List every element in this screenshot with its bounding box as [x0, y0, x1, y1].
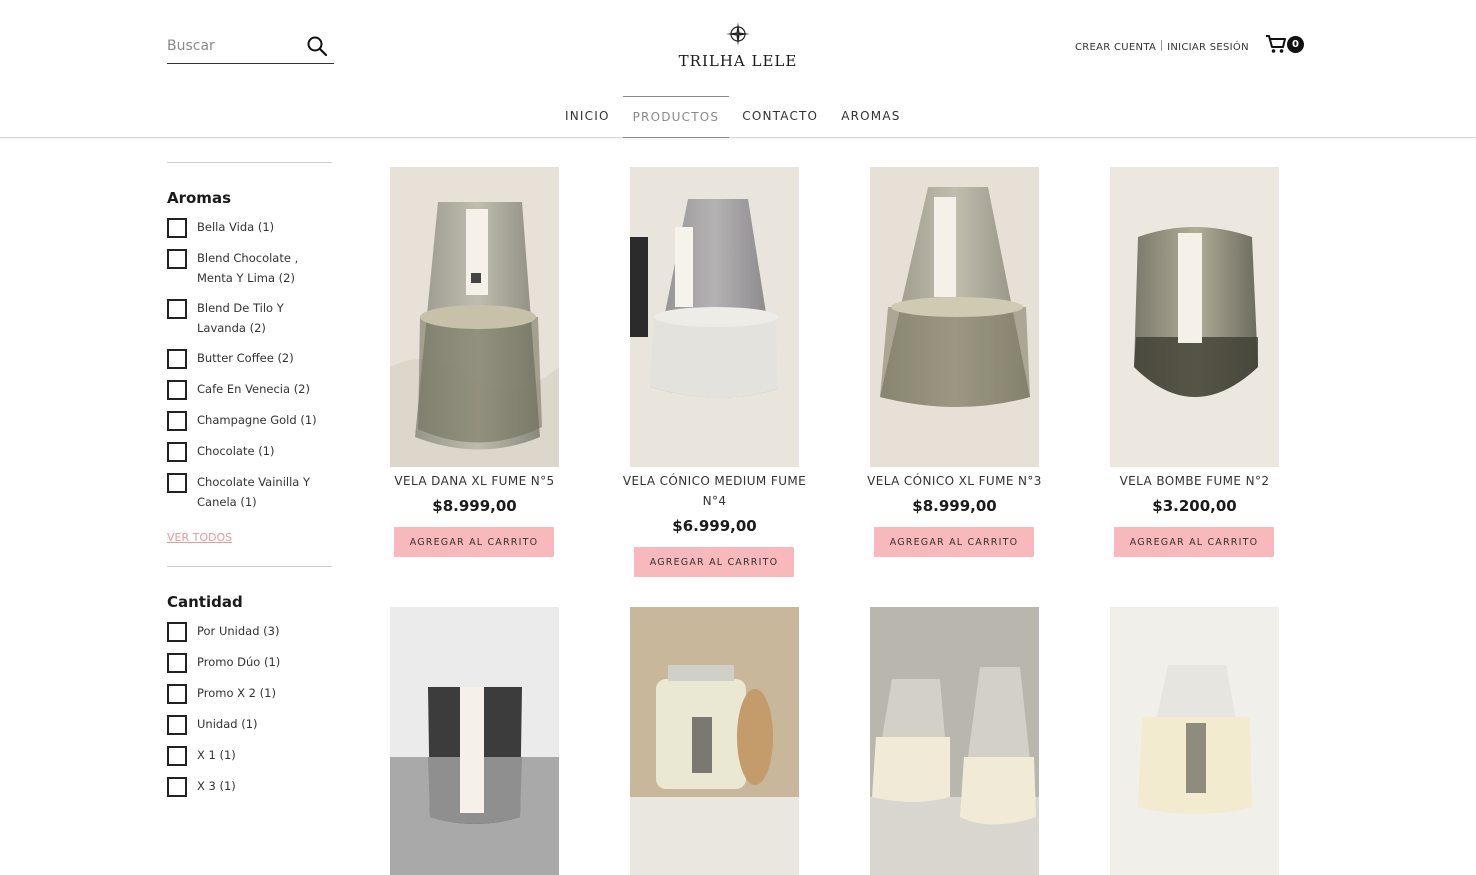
- filter-checkbox[interactable]: [167, 622, 187, 642]
- site-header: TRILHA LELE CREAR CUENTA INICIAR SESIÓN 0…: [0, 0, 1476, 138]
- filter-option-label: Champagne Gold (1): [197, 413, 317, 427]
- filter-option[interactable]: Butter Coffee (2): [167, 349, 332, 369]
- filter-title-cantidad: Cantidad: [167, 593, 243, 611]
- product-price: $8.999,00: [912, 497, 997, 515]
- add-to-cart-button[interactable]: AGREGAR AL CARRITO: [874, 527, 1034, 557]
- filter-option-label: Cafe En Venecia (2): [197, 382, 310, 396]
- filter-option[interactable]: Blend De Tilo Y Lavanda (2): [167, 299, 332, 338]
- add-to-cart-button[interactable]: AGREGAR AL CARRITO: [394, 527, 554, 557]
- filter-option[interactable]: Cafe En Venecia (2): [167, 380, 332, 400]
- product-price: $3.200,00: [1152, 497, 1237, 515]
- filter-checkbox[interactable]: [167, 411, 187, 431]
- filter-option[interactable]: Por Unidad (3): [167, 622, 332, 642]
- filter-option[interactable]: Chocolate (1): [167, 442, 332, 462]
- filter-option[interactable]: Blend Chocolate , Menta Y Lima (2): [167, 249, 332, 288]
- filter-title-aromas: Aromas: [167, 189, 231, 207]
- filter-option[interactable]: Chocolate Vainilla Y Canela (1): [167, 473, 332, 512]
- filter-option[interactable]: X 3 (1): [167, 777, 332, 797]
- filter-option[interactable]: Champagne Gold (1): [167, 411, 332, 431]
- product-image[interactable]: [1110, 167, 1279, 467]
- filter-option-label: Por Unidad (3): [197, 624, 280, 638]
- nav-productos[interactable]: PRODUCTOS: [622, 96, 730, 138]
- site-logo[interactable]: TRILHA LELE: [676, 20, 800, 76]
- cantidad-filter-list: Por Unidad (3) Promo Dúo (1) Promo X 2 (1)…: [167, 622, 332, 797]
- product-price: $8.999,00: [432, 497, 517, 515]
- divider: [167, 162, 332, 163]
- filter-option[interactable]: Unidad (1): [167, 715, 332, 735]
- product-name[interactable]: VELA CÓNICO MEDIUM FUME N°4: [610, 471, 819, 511]
- filter-checkbox[interactable]: [167, 349, 187, 369]
- product-name[interactable]: VELA DANA XL FUME N°5: [370, 471, 579, 491]
- product-image[interactable]: [390, 607, 559, 875]
- filter-option-label: X 3 (1): [197, 779, 236, 793]
- filter-checkbox[interactable]: [167, 380, 187, 400]
- add-to-cart-button[interactable]: AGREGAR AL CARRITO: [634, 547, 794, 577]
- filter-checkbox[interactable]: [167, 653, 187, 673]
- product-price: $6.999,00: [672, 517, 757, 535]
- aromas-filter-list: Bella Vida (1) Blend Chocolate , Menta Y …: [167, 218, 332, 512]
- filter-checkbox[interactable]: [167, 218, 187, 238]
- create-account-link[interactable]: CREAR CUENTA: [1075, 42, 1156, 53]
- product-image[interactable]: [390, 167, 559, 467]
- product-name[interactable]: VELA BOMBE FUME N°2: [1090, 471, 1299, 491]
- nav-inicio[interactable]: INICIO: [555, 96, 620, 138]
- product-image[interactable]: [870, 167, 1039, 467]
- divider: [167, 566, 332, 567]
- product-image[interactable]: [870, 607, 1039, 875]
- nav-aromas[interactable]: AROMAS: [831, 96, 910, 138]
- add-to-cart-button[interactable]: AGREGAR AL CARRITO: [1114, 527, 1274, 557]
- product-image[interactable]: [1110, 607, 1279, 875]
- filter-option-label: Blend De Tilo Y Lavanda (2): [197, 301, 284, 335]
- filter-checkbox[interactable]: [167, 777, 187, 797]
- search-input[interactable]: [167, 36, 297, 56]
- cart-count-badge: 0: [1287, 36, 1304, 53]
- filter-checkbox[interactable]: [167, 715, 187, 735]
- product-image[interactable]: [630, 167, 799, 467]
- filters-sidebar: Aromas Bella Vida (1) Blend Chocolate , M…: [167, 162, 332, 811]
- search-icon[interactable]: [306, 35, 328, 57]
- cart-button[interactable]: 0: [1265, 34, 1305, 56]
- login-link[interactable]: INICIAR SESIÓN: [1167, 42, 1249, 53]
- filter-option-label: Blend Chocolate , Menta Y Lima (2): [197, 251, 299, 285]
- filter-checkbox[interactable]: [167, 299, 187, 319]
- filter-option-label: Promo X 2 (1): [197, 686, 276, 700]
- filter-option[interactable]: X 1 (1): [167, 746, 332, 766]
- product-image[interactable]: [630, 607, 799, 875]
- filter-option-label: Butter Coffee (2): [197, 351, 294, 365]
- main-nav: INICIO PRODUCTOS CONTACTO AROMAS: [555, 96, 914, 138]
- view-all-aromas-link[interactable]: VER TODOS: [167, 531, 232, 544]
- account-divider: [1161, 40, 1163, 51]
- filter-checkbox[interactable]: [167, 746, 187, 766]
- filter-option-label: Chocolate Vainilla Y Canela (1): [197, 475, 311, 509]
- filter-option-label: Unidad (1): [197, 717, 258, 731]
- filter-option-label: X 1 (1): [197, 748, 236, 762]
- filter-checkbox[interactable]: [167, 473, 187, 493]
- filter-checkbox[interactable]: [167, 249, 187, 269]
- product-name[interactable]: VELA CÓNICO XL FUME N°3: [850, 471, 1059, 491]
- filter-checkbox[interactable]: [167, 684, 187, 704]
- filter-option-label: Chocolate (1): [197, 444, 275, 458]
- logo-compass-icon: [726, 22, 750, 46]
- filter-option[interactable]: Bella Vida (1): [167, 218, 332, 238]
- filter-option[interactable]: Promo X 2 (1): [167, 684, 332, 704]
- filter-checkbox[interactable]: [167, 442, 187, 462]
- account-links: CREAR CUENTA INICIAR SESIÓN: [1075, 40, 1249, 53]
- search-bar: [167, 30, 334, 64]
- filter-option[interactable]: Promo Dúo (1): [167, 653, 332, 673]
- nav-contacto[interactable]: CONTACTO: [732, 96, 828, 138]
- cart-icon: [1265, 35, 1287, 58]
- filter-option-label: Bella Vida (1): [197, 220, 275, 234]
- logo-text: TRILHA LELE: [678, 52, 798, 70]
- filter-option-label: Promo Dúo (1): [197, 655, 281, 669]
